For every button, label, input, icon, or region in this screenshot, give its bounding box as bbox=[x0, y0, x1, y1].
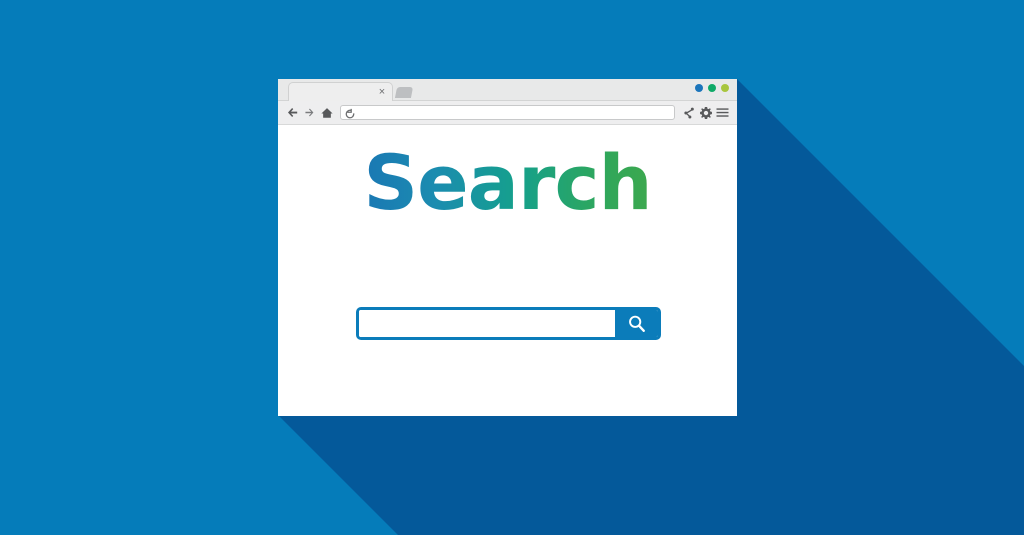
browser-tab[interactable]: × bbox=[288, 82, 393, 101]
window-dot-blue[interactable] bbox=[695, 84, 703, 92]
search-input[interactable] bbox=[359, 310, 615, 337]
page-title: Search bbox=[278, 145, 737, 221]
illustration-canvas: × Search bbox=[0, 0, 1024, 535]
reload-icon[interactable] bbox=[344, 107, 356, 119]
page-content: Search bbox=[278, 125, 737, 414]
home-icon[interactable] bbox=[318, 104, 335, 121]
share-icon[interactable] bbox=[680, 104, 697, 121]
window-dot-green[interactable] bbox=[708, 84, 716, 92]
window-dot-yellow[interactable] bbox=[721, 84, 729, 92]
tab-strip: × bbox=[278, 79, 737, 101]
close-icon[interactable]: × bbox=[377, 86, 387, 99]
url-input[interactable] bbox=[356, 106, 674, 119]
hamburger-menu-icon[interactable] bbox=[714, 104, 731, 121]
gear-icon[interactable] bbox=[697, 104, 714, 121]
browser-window: × Search bbox=[278, 79, 737, 416]
forward-arrow-icon[interactable] bbox=[301, 104, 318, 121]
window-controls bbox=[695, 84, 729, 92]
new-tab-icon[interactable] bbox=[394, 87, 414, 98]
back-arrow-icon[interactable] bbox=[284, 104, 301, 121]
search-box bbox=[356, 307, 661, 340]
browser-toolbar bbox=[278, 101, 737, 125]
address-bar[interactable] bbox=[340, 105, 675, 120]
search-button[interactable] bbox=[615, 310, 658, 337]
magnifier-icon bbox=[628, 315, 645, 332]
